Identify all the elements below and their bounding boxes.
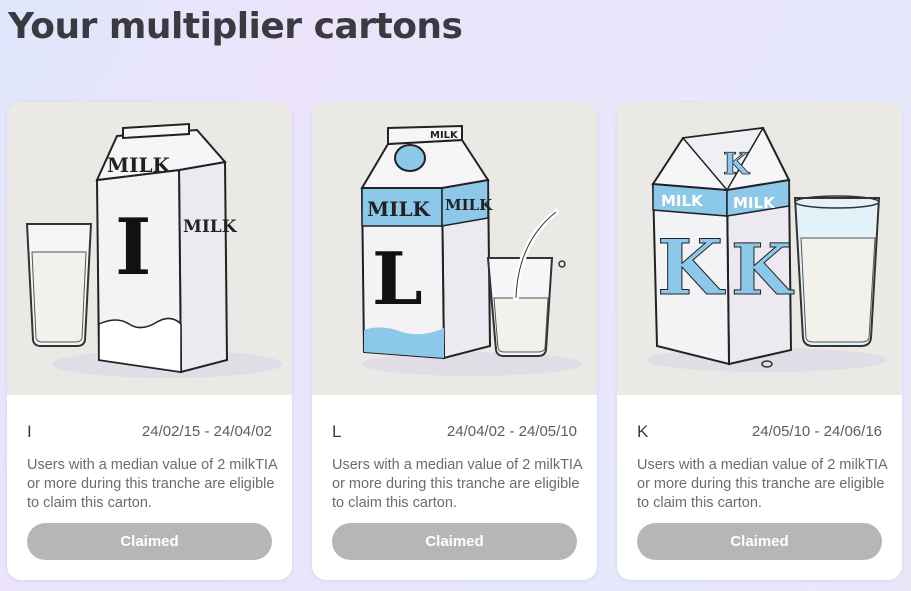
carton-side-letter: K <box>731 228 794 311</box>
claimed-button[interactable]: Claimed <box>332 523 577 560</box>
carton-name: L <box>332 422 342 441</box>
claimed-button[interactable]: Claimed <box>637 523 882 560</box>
page-title: Your multiplier cartons <box>8 6 463 47</box>
milk-carton-i-image: MILK MILK I <box>7 102 292 395</box>
carton-card-i: MILK MILK I I 24/02/15 - 24/04/02 Users … <box>7 102 292 580</box>
carton-name: I <box>27 422 32 441</box>
carton-side-text: MILK <box>183 217 238 237</box>
carton-card-l: MILK MILK MILK L L 24/04/02 - 24/05/10 U… <box>312 102 597 580</box>
carton-description: Users with a median value of 2 milkTIA o… <box>332 457 582 511</box>
carton-text: MILK <box>367 197 431 221</box>
carton-description: Users with a median value of 2 milkTIA o… <box>637 457 887 511</box>
carton-top-letter: K <box>723 147 750 182</box>
milk-carton-l-image: MILK MILK MILK L <box>312 102 597 395</box>
carton-side-text: MILK <box>445 196 493 214</box>
carton-text: MILK <box>661 192 704 210</box>
carton-letter: L <box>372 236 423 321</box>
carton-letter: I <box>115 202 152 293</box>
carton-dates: 24/05/10 - 24/06/16 <box>751 423 882 440</box>
carton-text: MILK <box>107 153 171 177</box>
milk-carton-k-image: K MILK MILK K K <box>617 102 902 395</box>
carton-letter: K <box>657 223 726 312</box>
carton-top-text: MILK <box>430 130 459 141</box>
carton-card-k: K MILK MILK K K K 24/05/10 - 24/06/16 Us… <box>617 102 902 580</box>
carton-side-text: MILK <box>733 194 776 212</box>
carton-dates: 24/04/02 - 24/05/10 <box>446 423 577 440</box>
carton-dates: 24/02/15 - 24/04/02 <box>141 423 272 440</box>
carton-list: MILK MILK I I 24/02/15 - 24/04/02 Users … <box>7 102 902 580</box>
claimed-button[interactable]: Claimed <box>27 523 272 560</box>
carton-description: Users with a median value of 2 milkTIA o… <box>27 457 277 511</box>
carton-name: K <box>637 422 649 441</box>
